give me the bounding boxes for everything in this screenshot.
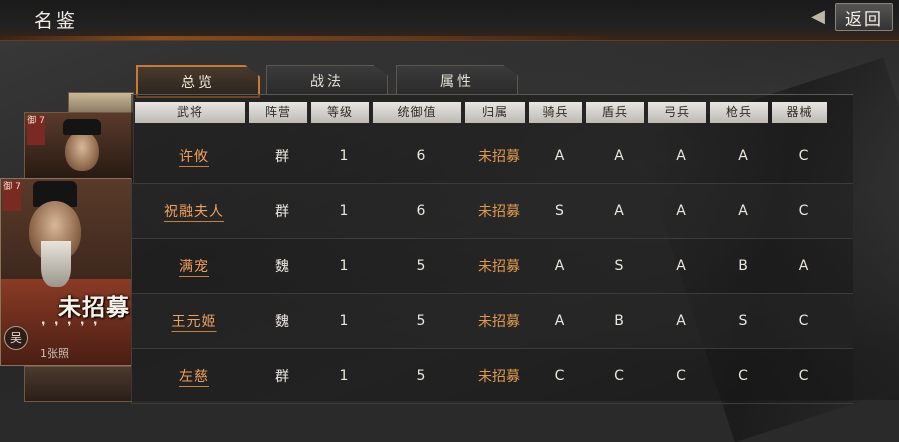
faction-cell: 群 xyxy=(275,149,289,165)
table-row[interactable]: 祝融夫人 群 1 6 未招募 S A A A C xyxy=(131,184,853,239)
level-cell: 1 xyxy=(339,148,349,164)
faction-cell: 魏 xyxy=(275,259,289,275)
archer-rank-cell: A xyxy=(676,203,686,219)
column-header-belong[interactable]: 归属 xyxy=(465,102,525,123)
command-value-cell: 5 xyxy=(416,258,426,274)
column-header-spear[interactable]: 枪兵 xyxy=(710,102,768,123)
cavalry-rank-cell: S xyxy=(555,203,564,219)
siege-rank-cell: C xyxy=(798,313,809,329)
command-value-cell: 5 xyxy=(416,313,426,329)
table-header: 武将 阵营 等级 统御值 归属 骑兵 盾兵 弓兵 枪兵 器械 xyxy=(135,102,831,123)
shield-rank-cell: S xyxy=(614,258,624,274)
portrait-beard xyxy=(41,241,71,287)
column-header-archer[interactable]: 弓兵 xyxy=(648,102,706,123)
faction-cell: 魏 xyxy=(275,314,289,330)
general-name-link[interactable]: 王元姬 xyxy=(137,311,251,331)
spear-rank-cell: C xyxy=(738,368,748,384)
belong-status-cell: 未招募 xyxy=(478,149,520,165)
level-cell: 1 xyxy=(339,203,349,219)
general-name-link[interactable]: 左慈 xyxy=(137,366,251,386)
command-value-cell: 6 xyxy=(416,148,426,164)
faction-badge: 吴 xyxy=(4,326,28,350)
table-row[interactable]: 左慈 群 1 5 未招募 C C C C C xyxy=(131,349,853,404)
top-bar-glow xyxy=(0,36,620,40)
rating-drop-icon: ❜ xyxy=(67,320,72,335)
spear-rank-cell: B xyxy=(738,258,748,274)
rating-drop-icon: ❜ xyxy=(41,320,46,335)
rating-drop-icon: ❜ xyxy=(54,320,59,335)
column-header-shield[interactable]: 盾兵 xyxy=(586,102,644,123)
shield-rank-cell: B xyxy=(614,313,624,329)
general-name-link[interactable]: 祝融夫人 xyxy=(137,201,251,221)
rating-drop-icon: ❜ xyxy=(80,320,85,335)
siege-rank-cell: A xyxy=(798,258,809,274)
belong-status-cell: 未招募 xyxy=(478,259,520,275)
column-header-level[interactable]: 等级 xyxy=(311,102,369,123)
archer-rank-cell: A xyxy=(676,313,686,329)
top-bar: 名鉴 ◀ 返回 xyxy=(0,0,899,41)
portrait-hat xyxy=(63,119,101,135)
archer-rank-cell: A xyxy=(676,148,686,164)
back-button-label: 返回 xyxy=(835,3,893,31)
archer-rank-cell: C xyxy=(676,368,686,384)
cavalry-rank-cell: A xyxy=(554,313,565,329)
cavalry-rank-cell: A xyxy=(554,258,565,274)
rating-drop-icon: ❜ xyxy=(93,320,98,335)
spear-rank-cell: A xyxy=(738,203,748,219)
tab-tactics-label: 战法 xyxy=(310,73,344,90)
command-stat-tag: 御 7 xyxy=(3,181,21,211)
belong-status-cell: 未招募 xyxy=(478,369,520,385)
siege-rank-cell: C xyxy=(798,148,809,164)
command-value-cell: 5 xyxy=(416,368,426,384)
table-row[interactable]: 许攸 群 1 6 未招募 A A A A C xyxy=(131,129,853,184)
spear-rank-cell: A xyxy=(738,148,748,164)
faction-cell: 群 xyxy=(275,204,289,220)
cavalry-rank-cell: C xyxy=(554,368,565,384)
siege-rank-cell: C xyxy=(798,203,809,219)
belong-status-cell: 未招募 xyxy=(478,204,520,220)
table-row[interactable]: 王元姬 魏 1 5 未招募 A B A S C xyxy=(131,294,853,349)
column-header-faction[interactable]: 阵营 xyxy=(249,102,307,123)
tab-attributes-label: 属性 xyxy=(440,73,474,90)
general-name-link[interactable]: 满宠 xyxy=(137,256,251,276)
page-title: 名鉴 xyxy=(34,10,79,32)
shield-rank-cell: A xyxy=(614,203,624,219)
column-header-command[interactable]: 统御值 xyxy=(373,102,461,123)
fragment-count: 1张照 xyxy=(40,347,69,360)
level-cell: 1 xyxy=(339,258,349,274)
command-value-cell: 6 xyxy=(416,203,426,219)
back-button[interactable]: ◀ 返回 xyxy=(803,3,893,31)
siege-rank-cell: C xyxy=(798,368,809,384)
level-cell: 1 xyxy=(339,313,349,329)
portrait-card-previous[interactable]: 御 7 xyxy=(24,112,134,184)
belong-status-cell: 未招募 xyxy=(478,314,520,330)
table-row[interactable]: 满宠 魏 1 5 未招募 A S A B A xyxy=(131,239,853,294)
archer-rank-cell: A xyxy=(676,258,686,274)
general-table: 武将 阵营 等级 统御值 归属 骑兵 盾兵 弓兵 枪兵 器械 许攸群 1 6 未招募 A… xyxy=(131,94,853,404)
general-name-link[interactable]: 许攸 xyxy=(137,146,251,166)
star-rating: ❜ ❜ ❜ ❜ ❜ xyxy=(38,321,101,335)
column-header-siege[interactable]: 器械 xyxy=(772,102,827,123)
shield-rank-cell: C xyxy=(614,368,624,384)
shield-rank-cell: A xyxy=(614,148,624,164)
level-cell: 1 xyxy=(339,368,349,384)
column-header-cavalry[interactable]: 骑兵 xyxy=(529,102,582,123)
tab-tactics[interactable]: 战法 xyxy=(266,65,388,95)
column-header-general[interactable]: 武将 xyxy=(135,102,245,123)
command-stat-tag: 御 7 xyxy=(27,115,45,145)
tab-attributes[interactable]: 属性 xyxy=(396,65,518,95)
portrait-card-next[interactable] xyxy=(24,366,132,402)
cavalry-rank-cell: A xyxy=(554,148,565,164)
spear-rank-cell: S xyxy=(738,313,748,329)
back-arrow-icon: ◀ xyxy=(811,6,825,27)
recruit-status-text: 未招募 xyxy=(58,294,130,321)
tab-overview-label: 总览 xyxy=(181,74,215,91)
faction-cell: 群 xyxy=(275,369,289,385)
portrait-face xyxy=(65,131,99,171)
